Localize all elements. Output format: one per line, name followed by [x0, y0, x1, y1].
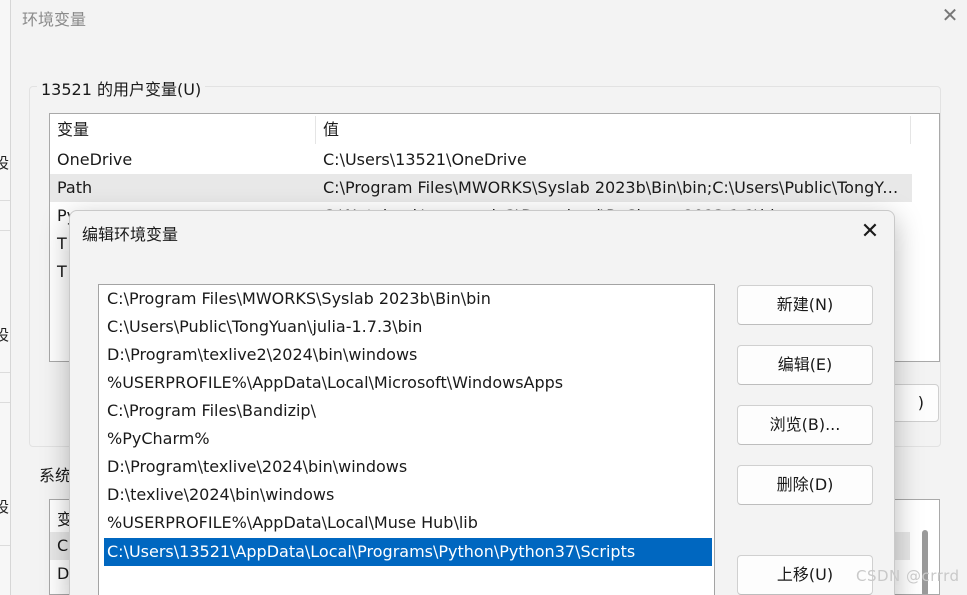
table-row[interactable]: Path C:\Program Files\MWORKS\Syslab 2023…: [50, 174, 912, 202]
edit-button[interactable]: 编辑(E): [737, 345, 873, 385]
background-window-edge: 设 设 设: [0, 0, 11, 595]
watermark: CSDN @crrrd: [856, 567, 960, 585]
left-fragment: 设: [0, 324, 9, 345]
left-fragment: 设: [0, 496, 9, 517]
variable-name: Path: [57, 178, 93, 197]
user-variables-label: 13521 的用户变量(U): [37, 76, 206, 100]
list-item-selected[interactable]: C:\Users\13521\AppData\Local\Programs\Py…: [104, 538, 712, 566]
list-item[interactable]: C:\Users\Public\TongYuan\julia-1.7.3\bin: [99, 313, 714, 341]
edit-environment-variable-dialog: 编辑环境变量 ✕ C:\Program Files\MWORKS\Syslab …: [69, 210, 895, 595]
delete-button[interactable]: 删除(D): [737, 465, 873, 505]
dialog-title: 编辑环境变量: [82, 225, 179, 244]
list-item[interactable]: %USERPROFILE%\AppData\Local\Muse Hub\lib: [99, 509, 714, 537]
env-titlebar: 环境变量 ✕: [11, 0, 967, 36]
path-list[interactable]: C:\Program Files\MWORKS\Syslab 2023b\Bin…: [98, 284, 715, 595]
variable-name: T: [57, 262, 67, 281]
move-up-button[interactable]: 上移(U): [737, 555, 873, 595]
variable-name: OneDrive: [57, 150, 133, 169]
variable-name: D: [57, 564, 70, 583]
list-item[interactable]: C:\Program Files\MWORKS\Syslab 2023b\Bin…: [99, 285, 714, 313]
screen: 设 设 设 环境变量 ✕ 13521 的用户变量(U) 变量 值 OneDriv…: [0, 0, 967, 595]
list-item[interactable]: D:\Program\texlive\2024\bin\windows: [99, 453, 714, 481]
variable-value: C:\Program Files\MWORKS\Syslab 2023b\Bin…: [323, 178, 908, 197]
left-fragment: 设: [0, 152, 9, 173]
table-row[interactable]: OneDrive C:\Users\13521\OneDrive: [50, 146, 912, 174]
list-item[interactable]: C:\Program Files\Bandizip\: [99, 397, 714, 425]
list-item[interactable]: D:\texlive\2024\bin\windows: [99, 481, 714, 509]
list-item[interactable]: %PyCharm%: [99, 425, 714, 453]
env-close-icon[interactable]: ✕: [939, 4, 961, 26]
new-button[interactable]: 新建(N): [737, 285, 873, 325]
env-window-title: 环境变量: [22, 10, 87, 29]
variable-name: C: [57, 536, 69, 555]
scrollbar-thumb[interactable]: [922, 530, 928, 594]
close-icon[interactable]: ✕: [858, 220, 882, 244]
browse-button[interactable]: 浏览(B)...: [737, 405, 873, 445]
variable-name: T: [57, 234, 67, 253]
column-header-variable[interactable]: 变量: [57, 114, 89, 146]
system-variables-label: 系统: [39, 466, 72, 485]
variable-value: C:\Users\13521\OneDrive: [323, 150, 527, 169]
list-item[interactable]: D:\Program\texlive2\2024\bin\windows: [99, 341, 714, 369]
column-header-value[interactable]: 值: [323, 114, 339, 146]
list-item[interactable]: %USERPROFILE%\AppData\Local\Microsoft\Wi…: [99, 369, 714, 397]
